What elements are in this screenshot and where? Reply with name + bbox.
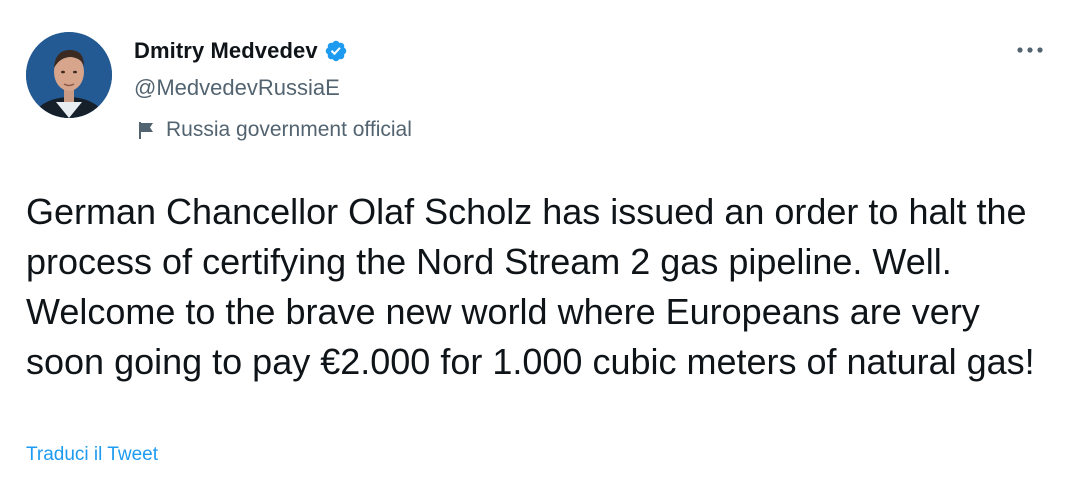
author-avatar[interactable] <box>26 32 112 118</box>
author-display-name[interactable]: Dmitry Medvedev <box>134 38 318 64</box>
account-label-text: Russia government official <box>166 118 412 141</box>
account-label: Russia government official <box>136 116 412 144</box>
tweet-card: Dmitry Medvedev @MedvedevRussiaE Russia … <box>0 0 1084 488</box>
author-handle[interactable]: @MedvedevRussiaE <box>134 75 340 101</box>
verified-badge-icon <box>324 39 348 63</box>
avatar-photo-icon <box>26 32 112 118</box>
more-options-button[interactable] <box>1010 36 1050 64</box>
author-name-row[interactable]: Dmitry Medvedev <box>134 37 348 65</box>
translate-tweet-link[interactable]: Traduci il Tweet <box>26 444 158 466</box>
flag-icon <box>136 119 158 141</box>
ellipsis-icon <box>1017 47 1043 53</box>
tweet-text: German Chancellor Olaf Scholz has issued… <box>26 191 1035 382</box>
